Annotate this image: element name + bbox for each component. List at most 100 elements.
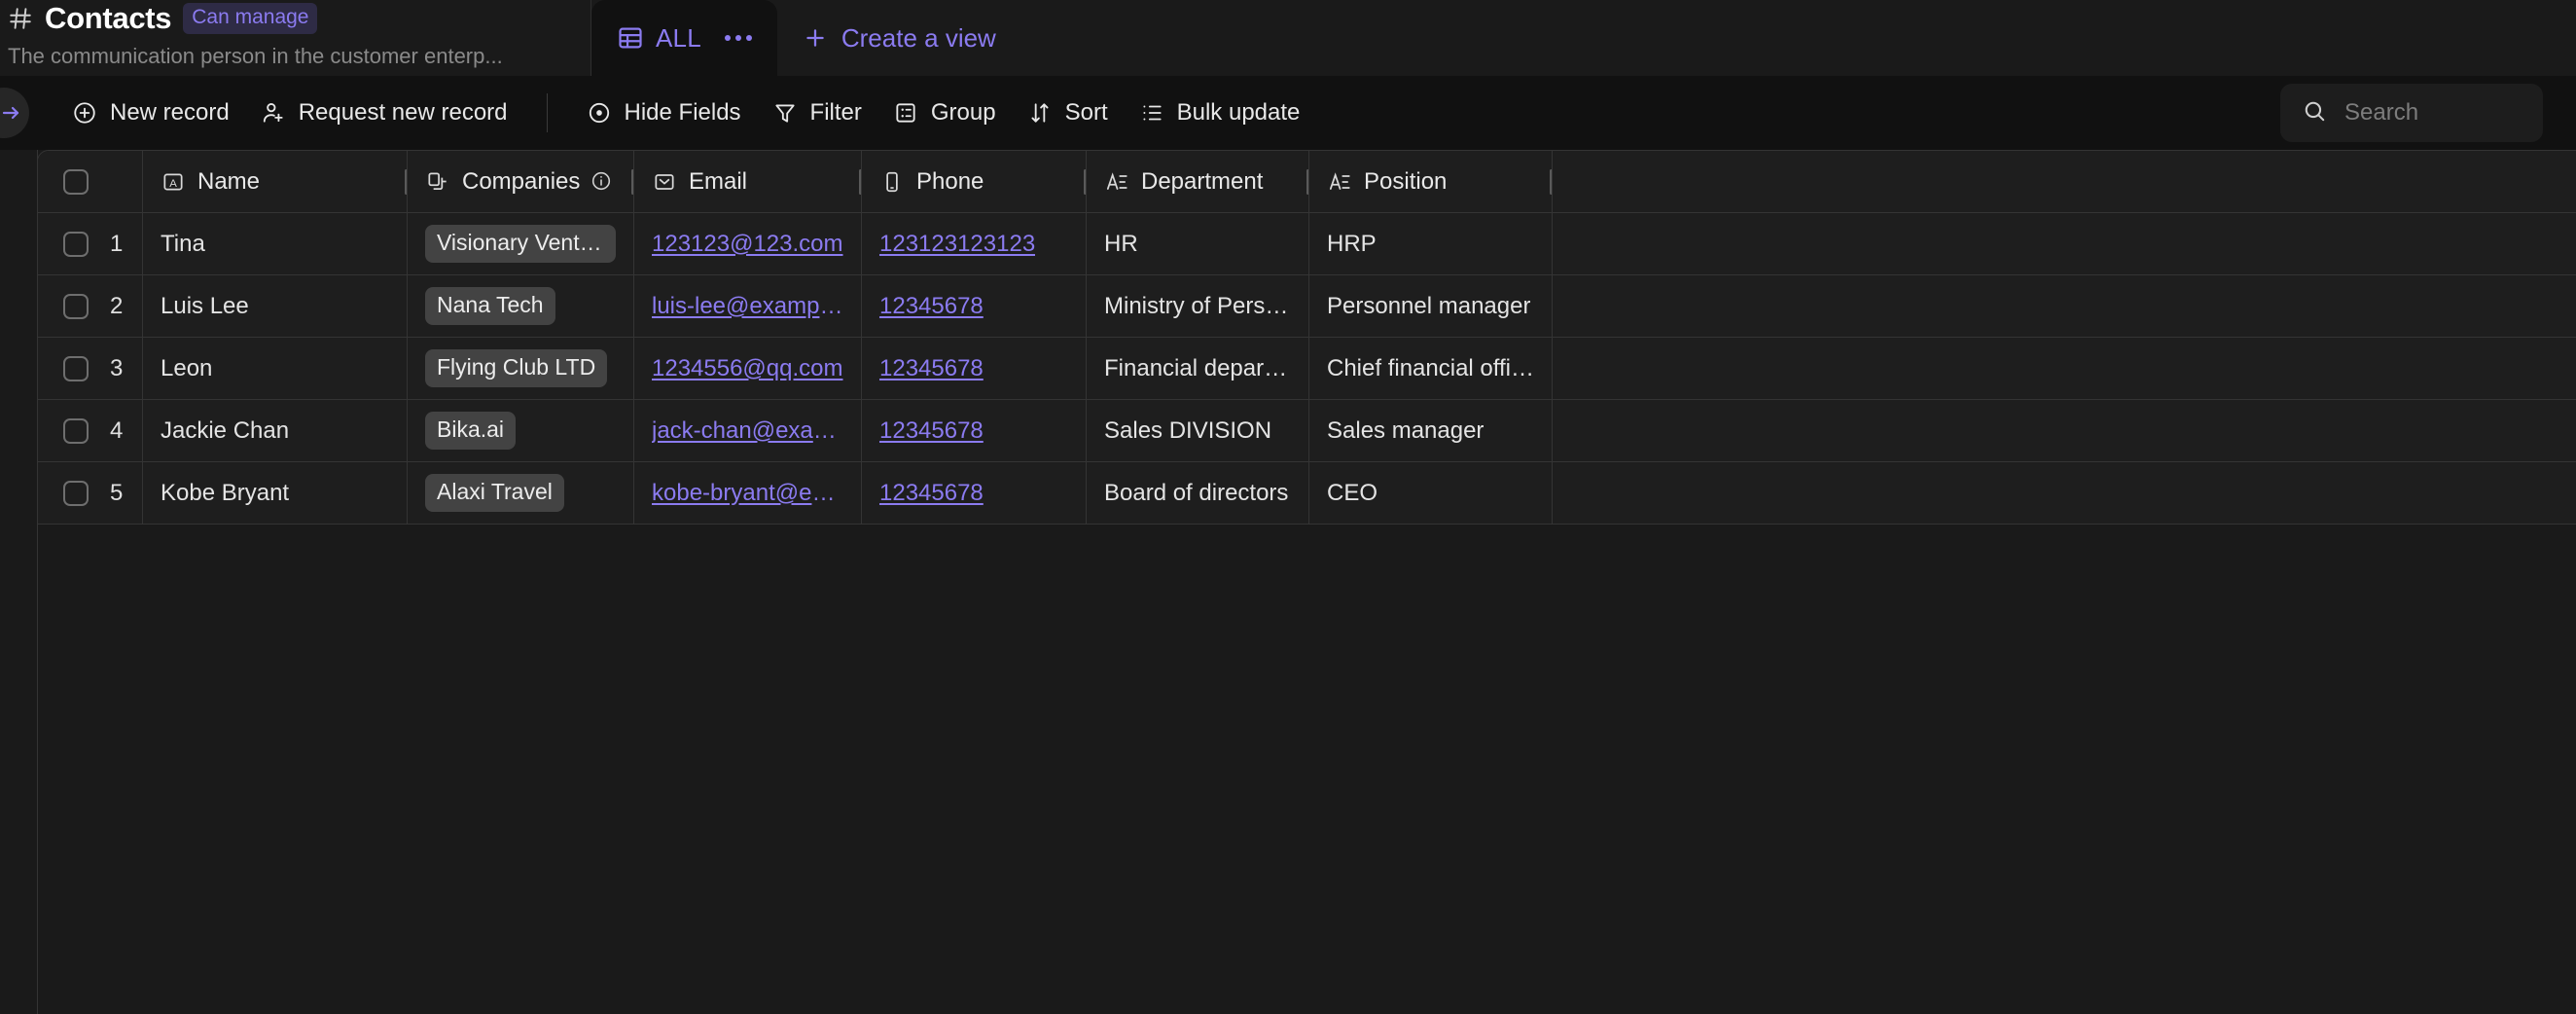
select-all-cell (38, 151, 143, 213)
cell-department[interactable]: Board of directors (1087, 462, 1309, 525)
phone-link[interactable]: 123123123123 (879, 231, 1035, 258)
table-row[interactable]: 2 Luis Lee Nana Tech luis-lee@example.com 12… (38, 275, 2576, 338)
cell-position[interactable]: Personnel manager (1309, 275, 1553, 338)
cell-email[interactable]: 123123@123.com (634, 213, 862, 275)
row-select-cell: 3 (38, 338, 143, 400)
cell-phone[interactable]: 12345678 (862, 462, 1087, 525)
cell-name-text: Luis Lee (161, 292, 249, 319)
funnel-icon (772, 100, 798, 126)
cell-name[interactable]: Kobe Bryant (143, 462, 408, 525)
cell-email[interactable]: 1234556@qq.com (634, 338, 862, 400)
cell-phone[interactable]: 12345678 (862, 338, 1087, 400)
email-link[interactable]: kobe-bryant@example.c... (652, 480, 843, 507)
search-input[interactable] (2344, 99, 2522, 127)
search-icon (2302, 98, 2327, 128)
table-row[interactable]: 5 Kobe Bryant Alaxi Travel kobe-bryant@exam… (38, 462, 2576, 525)
search-box[interactable] (2280, 84, 2543, 142)
table-row[interactable]: 4 Jackie Chan Bika.ai jack-chan@example.com… (38, 400, 2576, 462)
filter-button[interactable]: Filter (757, 91, 877, 135)
hide-fields-button[interactable]: Hide Fields (571, 91, 757, 135)
column-header-position-label: Position (1364, 167, 1448, 195)
tab-all[interactable]: ALL (591, 0, 777, 76)
cell-filler (1553, 462, 2576, 525)
column-header-companies[interactable]: Companies (408, 151, 634, 213)
cell-phone[interactable]: 12345678 (862, 400, 1087, 462)
column-header-department[interactable]: Department (1087, 151, 1309, 213)
records-table: A Name Companies Email Phone Department … (37, 150, 2576, 525)
cell-phone[interactable]: 123123123123 (862, 213, 1087, 275)
table-row[interactable]: 3 Leon Flying Club LTD 1234556@qq.com 123456… (38, 338, 2576, 400)
expand-sidebar-button[interactable] (0, 88, 29, 138)
select-all-checkbox[interactable] (63, 168, 89, 195)
eye-icon (587, 100, 612, 126)
cell-department[interactable]: HR (1087, 213, 1309, 275)
table-icon (617, 24, 644, 52)
cell-position[interactable]: Chief financial officer (1309, 338, 1553, 400)
group-button[interactable]: Group (877, 91, 1012, 135)
cell-companies[interactable]: Nana Tech (408, 275, 634, 338)
company-tag[interactable]: Bika.ai (425, 412, 517, 450)
email-link[interactable]: luis-lee@example.com (652, 293, 843, 320)
column-header-email-label: Email (689, 167, 748, 195)
row-number: 3 (110, 354, 124, 381)
cell-name[interactable]: Leon (143, 338, 408, 400)
user-plus-icon (261, 100, 286, 126)
bulk-update-label: Bulk update (1176, 99, 1301, 126)
cell-position[interactable]: HRP (1309, 213, 1553, 275)
sort-button[interactable]: Sort (1012, 91, 1124, 135)
cell-name[interactable]: Tina (143, 213, 408, 275)
arrow-right-icon (2, 106, 19, 120)
plus-circle-icon (72, 100, 97, 126)
email-link[interactable]: 1234556@qq.com (652, 355, 843, 382)
phone-link[interactable]: 12345678 (879, 480, 984, 507)
cell-companies[interactable]: Visionary Ventures (408, 213, 634, 275)
create-view-button[interactable]: Create a view (777, 0, 1021, 76)
cell-phone[interactable]: 12345678 (862, 275, 1087, 338)
cell-companies[interactable]: Flying Club LTD (408, 338, 634, 400)
phone-link[interactable]: 12345678 (879, 293, 984, 320)
column-header-phone[interactable]: Phone (862, 151, 1087, 213)
email-link[interactable]: jack-chan@example.com (652, 417, 843, 445)
email-link[interactable]: 123123@123.com (652, 231, 843, 258)
row-number: 5 (110, 479, 124, 506)
column-header-position[interactable]: Position (1309, 151, 1553, 213)
new-record-button[interactable]: New record (56, 91, 245, 135)
hide-fields-label: Hide Fields (624, 99, 741, 126)
column-header-companies-label: Companies (462, 167, 581, 195)
cell-companies[interactable]: Bika.ai (408, 400, 634, 462)
row-number: 1 (110, 230, 124, 257)
row-checkbox[interactable] (63, 355, 89, 381)
phone-link[interactable]: 12345678 (879, 417, 984, 445)
cell-department[interactable]: Financial department (1087, 338, 1309, 400)
row-checkbox[interactable] (63, 417, 89, 444)
company-tag[interactable]: Visionary Ventures (425, 225, 616, 263)
column-header-name[interactable]: A Name (143, 151, 408, 213)
cell-email[interactable]: jack-chan@example.com (634, 400, 862, 462)
bulk-update-button[interactable]: Bulk update (1124, 91, 1316, 135)
cell-department[interactable]: Ministry of Personnel (1087, 275, 1309, 338)
top-bar: Contacts Can manage The communication pe… (0, 0, 2576, 76)
table-row[interactable]: 1 Tina Visionary Ventures 123123@123.com 123… (38, 213, 2576, 275)
row-checkbox[interactable] (63, 480, 89, 506)
cell-department[interactable]: Sales DIVISION (1087, 400, 1309, 462)
cell-companies[interactable]: Alaxi Travel (408, 462, 634, 525)
info-icon[interactable] (590, 169, 615, 195)
row-checkbox[interactable] (63, 293, 89, 319)
cell-name[interactable]: Jackie Chan (143, 400, 408, 462)
company-tag[interactable]: Flying Club LTD (425, 349, 608, 387)
ellipsis-icon[interactable] (723, 29, 754, 47)
cell-name[interactable]: Luis Lee (143, 275, 408, 338)
company-tag[interactable]: Alaxi Travel (425, 474, 564, 512)
cell-email[interactable]: luis-lee@example.com (634, 275, 862, 338)
email-icon (652, 169, 677, 195)
cell-position[interactable]: CEO (1309, 462, 1553, 525)
filter-label: Filter (809, 99, 862, 126)
request-new-record-button[interactable]: Request new record (245, 91, 523, 135)
cell-email[interactable]: kobe-bryant@example.c... (634, 462, 862, 525)
column-header-email[interactable]: Email (634, 151, 862, 213)
company-tag[interactable]: Nana Tech (425, 287, 555, 325)
phone-link[interactable]: 12345678 (879, 355, 984, 382)
cell-name-text: Leon (161, 354, 213, 381)
cell-position[interactable]: Sales manager (1309, 400, 1553, 462)
row-checkbox[interactable] (63, 231, 89, 257)
